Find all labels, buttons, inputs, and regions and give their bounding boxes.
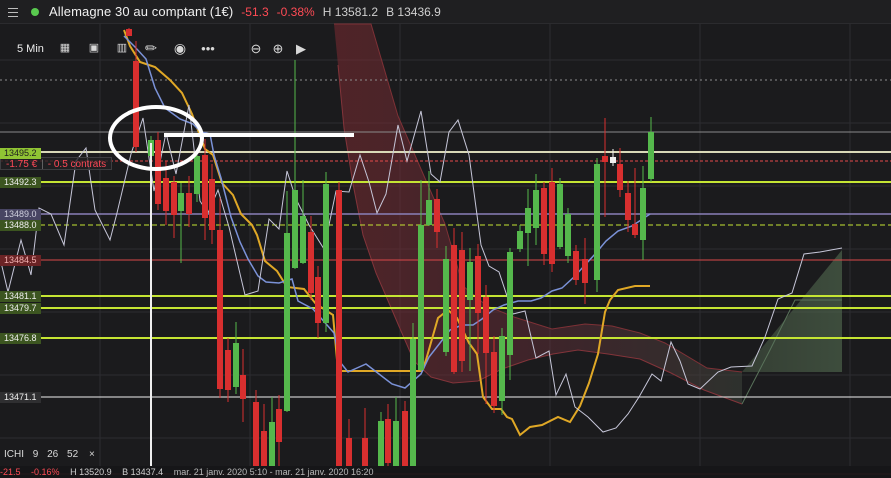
grid-icon[interactable]: ▦ (57, 40, 73, 56)
indicator-value: 26 (47, 449, 59, 460)
eye-icon[interactable]: ◉ (172, 40, 188, 56)
price-level-label: 13476.8 (0, 333, 41, 344)
chart-toolbar: 5 Min ▦ ▣ ▥ ✎ ◉ ••• ⊖ ⊕ ▶ (0, 37, 891, 60)
bottom-change: -21.5 (0, 467, 21, 477)
play-icon[interactable]: ▶ (293, 40, 309, 56)
ichimoku-cloud (334, 23, 842, 405)
price-level-label: 13488.0 (0, 220, 41, 231)
bottom-bid: B 13437.4 (122, 467, 164, 477)
indicator-name: ICHI (4, 449, 24, 460)
more-icon[interactable]: ••• (200, 40, 216, 56)
annotation-circle (108, 105, 204, 171)
zoom-in-icon[interactable]: ⊕ (270, 40, 286, 56)
price-level-label: 13481.1 (0, 291, 41, 302)
price-level-label: 13471.1 (0, 392, 41, 403)
ichimoku-lines (0, 29, 843, 437)
price-change-percent: -0.38% (276, 4, 315, 19)
pencil-icon[interactable]: ✎ (140, 37, 163, 60)
bottom-status-strip: -21.5 -0.16% H 13520.9 B 13437.4 mar. 21… (0, 466, 891, 478)
trading-chart-window: Allemagne 30 au comptant (1€) -51.3 -0.3… (0, 0, 891, 478)
instrument-title: Allemagne 30 au comptant (1€) (49, 4, 234, 19)
position-size: - 0.5 contrats (47, 159, 107, 170)
copy-icon[interactable]: ▣ (86, 40, 102, 56)
price-change: -51.3 (241, 4, 269, 19)
chart-grid (0, 24, 891, 466)
instrument-header: Allemagne 30 au comptant (1€) -51.3 -0.3… (0, 0, 891, 24)
horizontal-levels (0, 79, 891, 475)
price-level-label: 13479.7 (0, 303, 41, 314)
bar-chart-icon[interactable]: ▥ (114, 40, 130, 56)
price-level-label: 13484.5 (0, 255, 41, 266)
indicator-value: 52 (67, 449, 79, 460)
position-pnl: -1.75 € (6, 159, 38, 170)
zoom-out-icon[interactable]: ⊖ (248, 40, 264, 56)
bottom-high: H 13520.9 (70, 467, 112, 477)
timeframe-selector[interactable]: 5 Min (17, 43, 44, 55)
ichimoku-indicator-label: ICHI 9 26 52 × (4, 449, 103, 460)
menu-icon[interactable] (8, 7, 18, 17)
candles (126, 28, 654, 466)
price-chart[interactable] (0, 0, 891, 478)
close-icon[interactable]: × (87, 449, 97, 460)
price-level-label: 13492.3 (0, 177, 41, 188)
bid-price: B 13436.9 (386, 4, 441, 19)
chart-overlays (150, 133, 354, 466)
market-open-icon (31, 7, 39, 16)
chart-date-range: mar. 21 janv. 2020 5:10 - mar. 21 janv. … (173, 467, 374, 477)
price-level-label: 13495.2 (0, 148, 41, 159)
high-price: H 13581.2 (322, 4, 379, 19)
indicator-value: 9 (32, 449, 39, 460)
bottom-change-percent: -0.16% (31, 467, 60, 477)
price-level-label: 13489.0 (0, 209, 41, 220)
